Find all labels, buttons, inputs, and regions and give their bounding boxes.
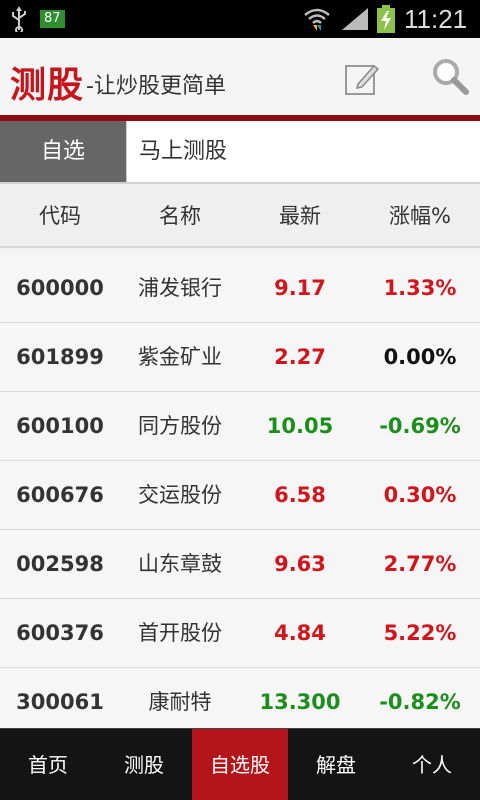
app-logo: 测股 — [10, 65, 85, 106]
table-header: 代码 名称 最新 涨幅% — [0, 184, 480, 248]
stock-row[interactable]: 300061 康耐特 13.300 -0.82% — [0, 668, 480, 728]
nav-profile[interactable]: 个人 — [384, 729, 480, 800]
stock-change: 0.30% — [383, 483, 457, 507]
edit-icon[interactable] — [344, 60, 380, 96]
app-slogan: -让炒股更简单 — [86, 74, 226, 99]
stock-code: 601899 — [16, 345, 104, 369]
stock-code: 600100 — [16, 414, 104, 438]
search-icon[interactable] — [430, 56, 470, 96]
stock-row[interactable]: 601899 紫金矿业 2.27 0.00% — [0, 323, 480, 392]
nav-analysis[interactable]: 解盘 — [288, 729, 384, 800]
stock-change: 0.00% — [383, 345, 457, 369]
signal-icon — [342, 8, 368, 30]
usb-icon — [12, 6, 26, 32]
stock-price: 4.84 — [274, 621, 326, 645]
column-header-change[interactable]: 涨幅% — [360, 184, 480, 248]
column-header-name[interactable]: 名称 — [120, 184, 240, 248]
battery-level-badge: 87 — [40, 10, 65, 28]
tab-quick-test[interactable]: 马上测股 — [126, 121, 480, 182]
status-bar: 87 11:21 — [0, 0, 480, 38]
stock-row[interactable]: 600100 同方股份 10.05 -0.69% — [0, 392, 480, 461]
clock: 11:21 — [404, 4, 468, 34]
stock-name: 浦发银行 — [138, 276, 222, 300]
column-header-price[interactable]: 最新 — [240, 184, 360, 248]
nav-watchlist[interactable]: 自选股 — [192, 729, 288, 800]
stock-code: 300061 — [16, 690, 104, 714]
stock-price: 10.05 — [266, 414, 334, 438]
stock-change: -0.69% — [379, 414, 461, 438]
stock-change: 1.33% — [383, 276, 457, 300]
stock-code: 002598 — [16, 552, 104, 576]
stock-price: 2.27 — [274, 345, 326, 369]
stock-change: 5.22% — [383, 621, 457, 645]
stock-row[interactable]: 600376 首开股份 4.84 5.22% — [0, 599, 480, 668]
stock-name: 康耐特 — [148, 690, 212, 714]
stock-row[interactable]: 600676 交运股份 6.58 0.30% — [0, 461, 480, 530]
stock-code: 600676 — [16, 483, 104, 507]
stock-name: 首开股份 — [138, 621, 222, 645]
stock-price: 13.300 — [259, 690, 341, 714]
stock-code: 600000 — [16, 276, 104, 300]
nav-test-stock[interactable]: 测股 — [96, 729, 192, 800]
stock-row[interactable]: 002598 山东章鼓 9.63 2.77% — [0, 530, 480, 599]
tab-bar: 自选 马上测股 — [0, 121, 480, 184]
column-header-code[interactable]: 代码 — [0, 184, 120, 248]
nav-home[interactable]: 首页 — [0, 729, 96, 800]
app-header: 测股 -让炒股更简单 — [0, 38, 480, 115]
tab-watchlist[interactable]: 自选 — [0, 121, 126, 182]
stock-price: 9.17 — [274, 276, 326, 300]
wifi-icon — [304, 8, 330, 31]
stock-name: 同方股份 — [138, 414, 222, 438]
stock-code: 600376 — [16, 621, 104, 645]
stock-name: 山东章鼓 — [138, 552, 222, 576]
stock-change: 2.77% — [383, 552, 457, 576]
stock-price: 9.63 — [274, 552, 326, 576]
bottom-nav: 首页 测股 自选股 解盘 个人 — [0, 728, 480, 800]
stock-name: 紫金矿业 — [138, 345, 222, 369]
stock-price: 6.58 — [274, 483, 326, 507]
stock-change: -0.82% — [379, 690, 461, 714]
stock-row[interactable]: 600000 浦发银行 9.17 1.33% — [0, 254, 480, 323]
stock-name: 交运股份 — [138, 483, 222, 507]
battery-charging-icon — [377, 5, 395, 33]
stock-list[interactable]: 600000 浦发银行 9.17 1.33% 601899 紫金矿业 2.27 … — [0, 254, 480, 728]
